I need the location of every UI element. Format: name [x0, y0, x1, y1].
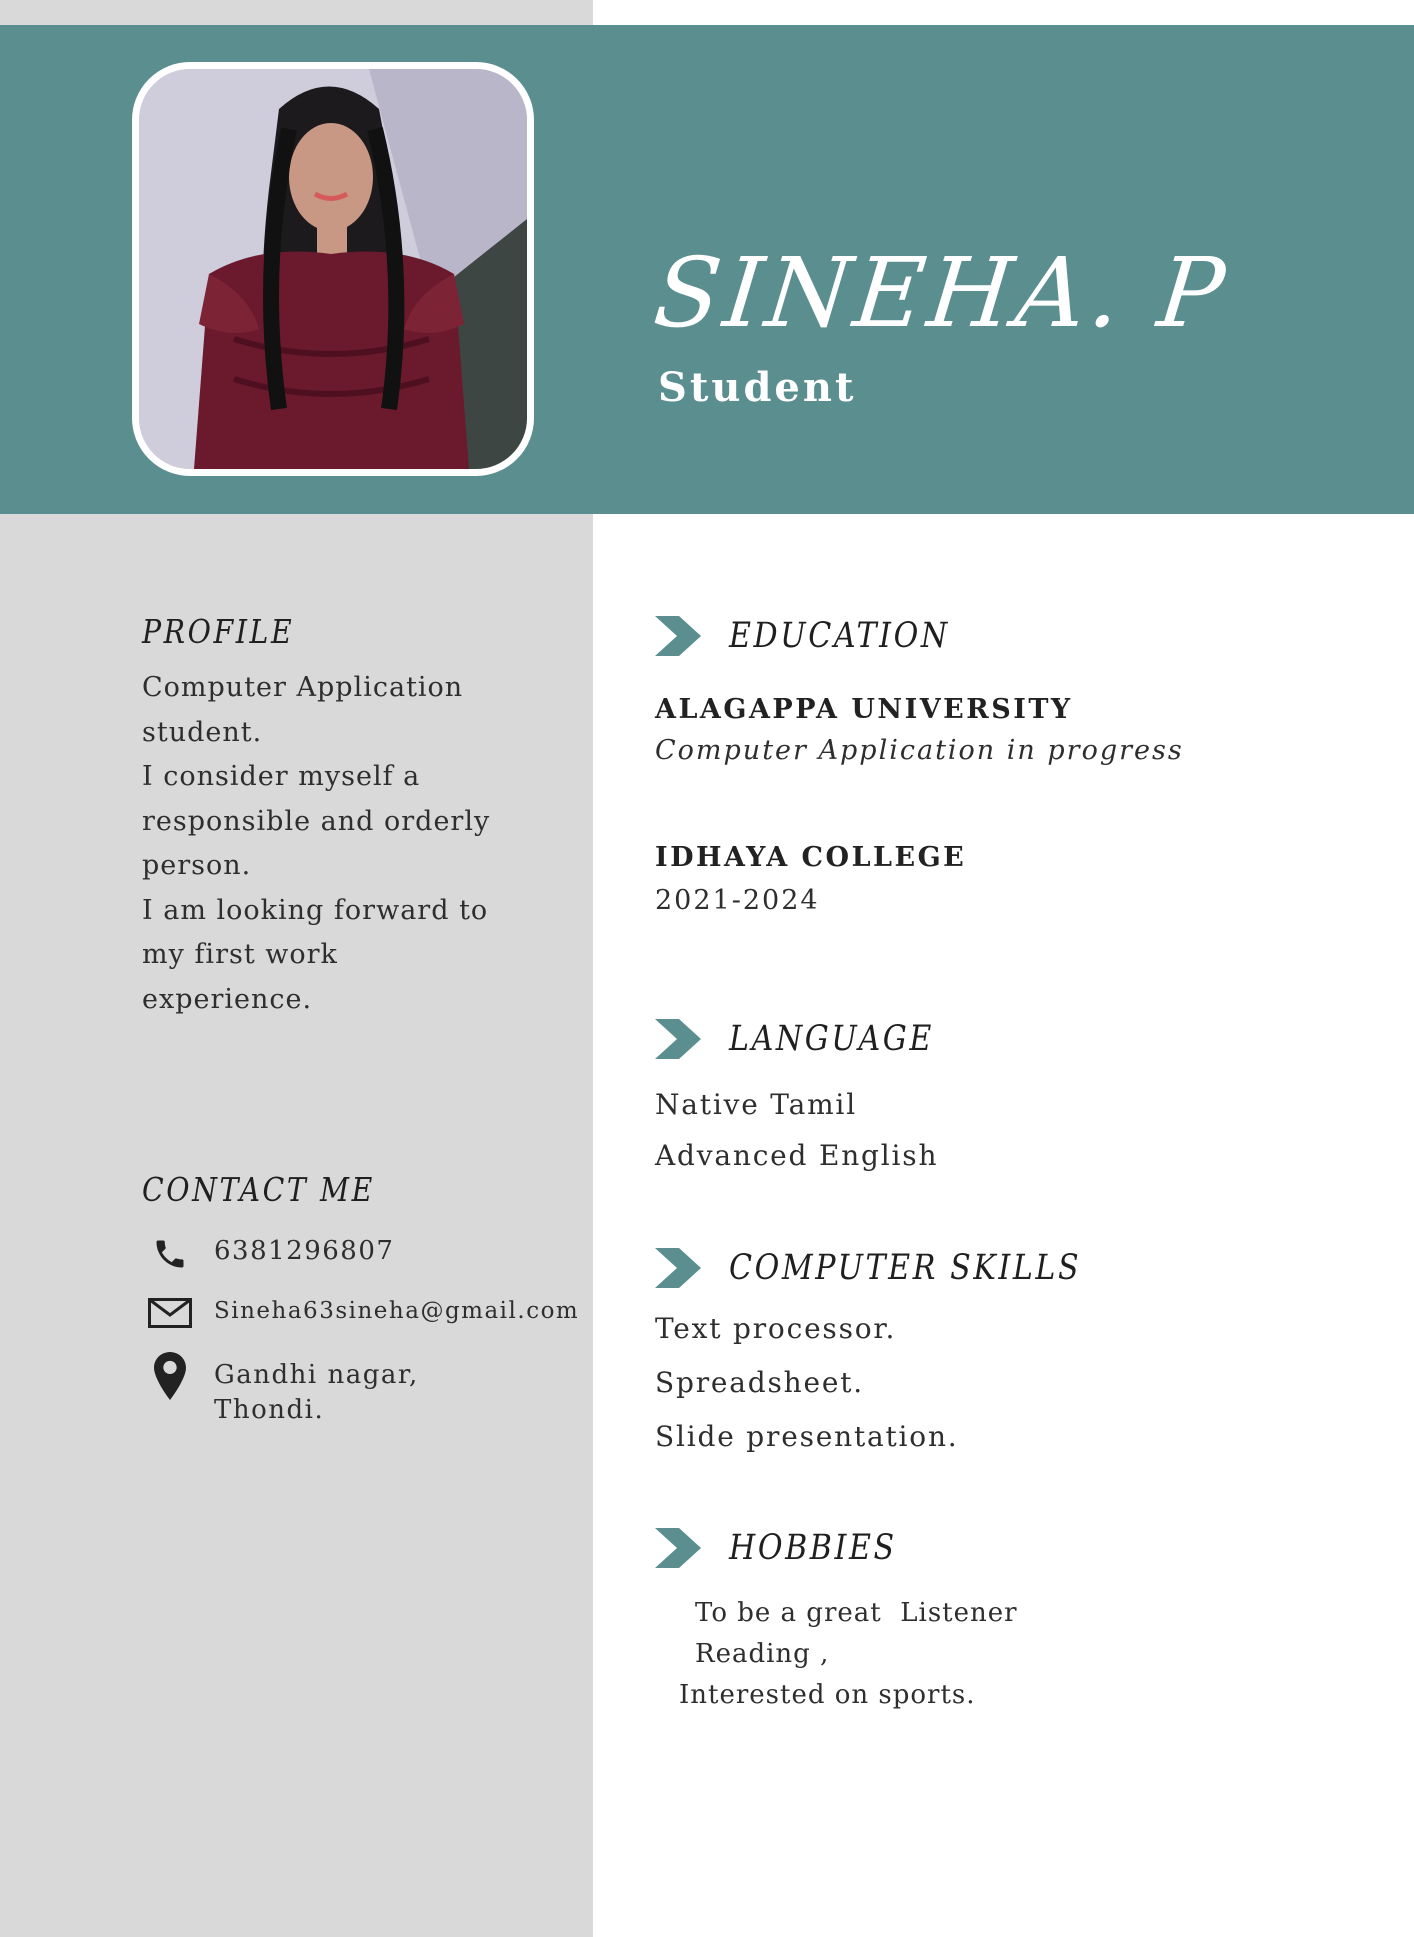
- language-item: Native Tamil: [655, 1088, 857, 1121]
- address-text: Gandhi nagar, Thondi.: [214, 1360, 419, 1425]
- computer-skills-section-header: COMPUTER SKILLS: [655, 1243, 1139, 1293]
- profile-heading: PROFILE: [142, 612, 295, 651]
- contact-address: Gandhi nagar, Thondi.: [142, 1352, 419, 1428]
- chevron-right-icon: [655, 1528, 701, 1568]
- profile-text: Computer Application student. I consider…: [142, 672, 491, 1015]
- education-institution: ALAGAPPA UNIVERSITY: [655, 694, 1073, 725]
- envelope-icon: [142, 1298, 198, 1340]
- skill-item: Spreadsheet.: [655, 1366, 864, 1399]
- education-heading: EDUCATION: [729, 616, 950, 656]
- skill-item: Slide presentation.: [655, 1420, 959, 1453]
- contact-heading: CONTACT ME: [142, 1170, 375, 1209]
- location-pin-icon: [142, 1352, 198, 1402]
- hobby-item: To be a great Listener: [695, 1598, 1018, 1628]
- education-section-header: EDUCATION: [655, 611, 986, 661]
- phone-icon: [142, 1236, 198, 1278]
- hobbies-section-header: HOBBIES: [655, 1523, 924, 1573]
- computer-skills-heading: COMPUTER SKILLS: [729, 1248, 1082, 1288]
- education-detail: Computer Application in progress: [655, 735, 1184, 766]
- language-heading: LANGUAGE: [729, 1019, 934, 1059]
- person-name: SINEHA. P: [649, 237, 1234, 349]
- contact-email: Sineha63sineha@gmail.com: [142, 1298, 579, 1340]
- hobby-item: Interested on sports.: [679, 1680, 976, 1710]
- language-item: Advanced English: [655, 1139, 939, 1172]
- phone-number: 6381296807: [214, 1236, 395, 1266]
- chevron-right-icon: [655, 1248, 701, 1288]
- profile-photo: [132, 62, 534, 476]
- portrait-illustration: [139, 69, 527, 469]
- education-institution: IDHAYA COLLEGE: [655, 842, 967, 873]
- chevron-right-icon: [655, 616, 701, 656]
- language-section-header: LANGUAGE: [655, 1014, 967, 1064]
- contact-phone: 6381296807: [142, 1236, 394, 1278]
- job-title: Student: [658, 364, 857, 411]
- chevron-right-icon: [655, 1019, 701, 1059]
- education-detail: 2021-2024: [655, 885, 820, 916]
- skill-item: Text processor.: [655, 1312, 897, 1345]
- hobbies-heading: HOBBIES: [729, 1528, 897, 1568]
- email-address: Sineha63sineha@gmail.com: [214, 1298, 580, 1324]
- hobby-item: Reading ,: [695, 1639, 830, 1669]
